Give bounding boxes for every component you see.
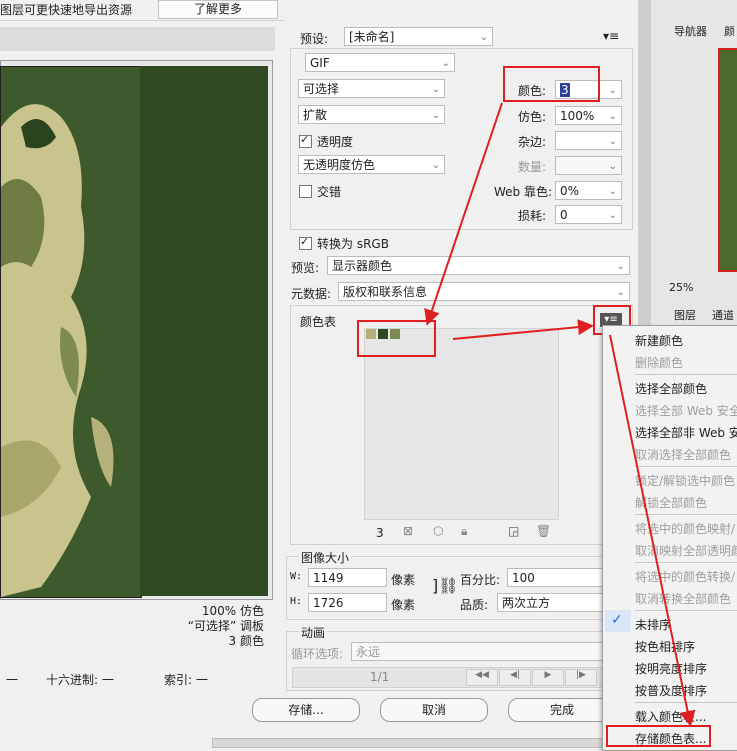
annotation-arrows [424, 102, 696, 727]
arrow-to-save-table [609, 334, 696, 727]
arrow-to-menu-icon [452, 319, 594, 340]
arrow-to-swatches [424, 102, 503, 326]
